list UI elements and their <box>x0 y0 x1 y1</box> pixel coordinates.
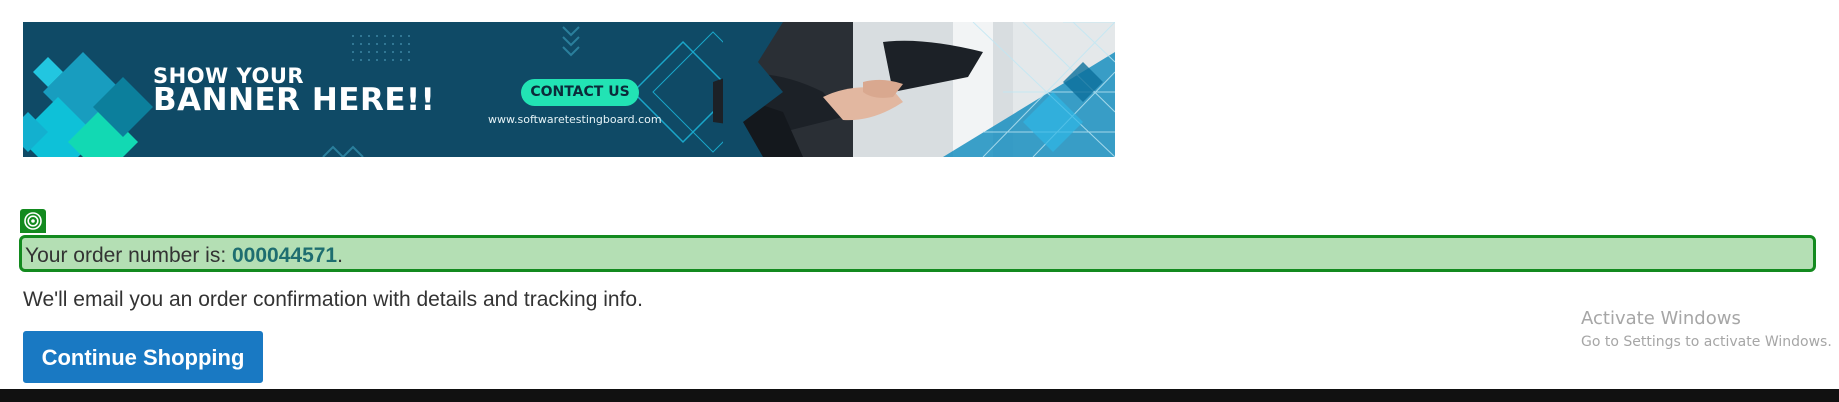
order-number-suffix: . <box>337 244 343 267</box>
email-confirmation-text: We'll email you an order confirmation wi… <box>23 288 643 311</box>
activate-windows-title: Activate Windows <box>1581 308 1741 329</box>
activate-windows-subtitle: Go to Settings to activate Windows. <box>1581 334 1832 350</box>
continue-shopping-button[interactable]: Continue Shopping <box>23 331 263 383</box>
taskbar-edge <box>0 389 1839 402</box>
promo-banner[interactable]: SHOW YOUR BANNER HERE!! CONTACT US www.s… <box>23 22 1115 157</box>
order-success-message: Your order number is: 000044571. <box>19 235 1816 272</box>
banner-url: www.softwaretestingboard.com <box>488 113 662 126</box>
target-icon <box>20 209 46 233</box>
banner-heading-line2: BANNER HERE!! <box>153 82 436 118</box>
order-number-line: Your order number is: 000044571. <box>25 244 343 268</box>
order-number-link[interactable]: 000044571 <box>232 244 337 267</box>
order-number-prefix: Your order number is: <box>25 244 232 267</box>
contact-us-button[interactable]: CONTACT US <box>521 79 639 106</box>
